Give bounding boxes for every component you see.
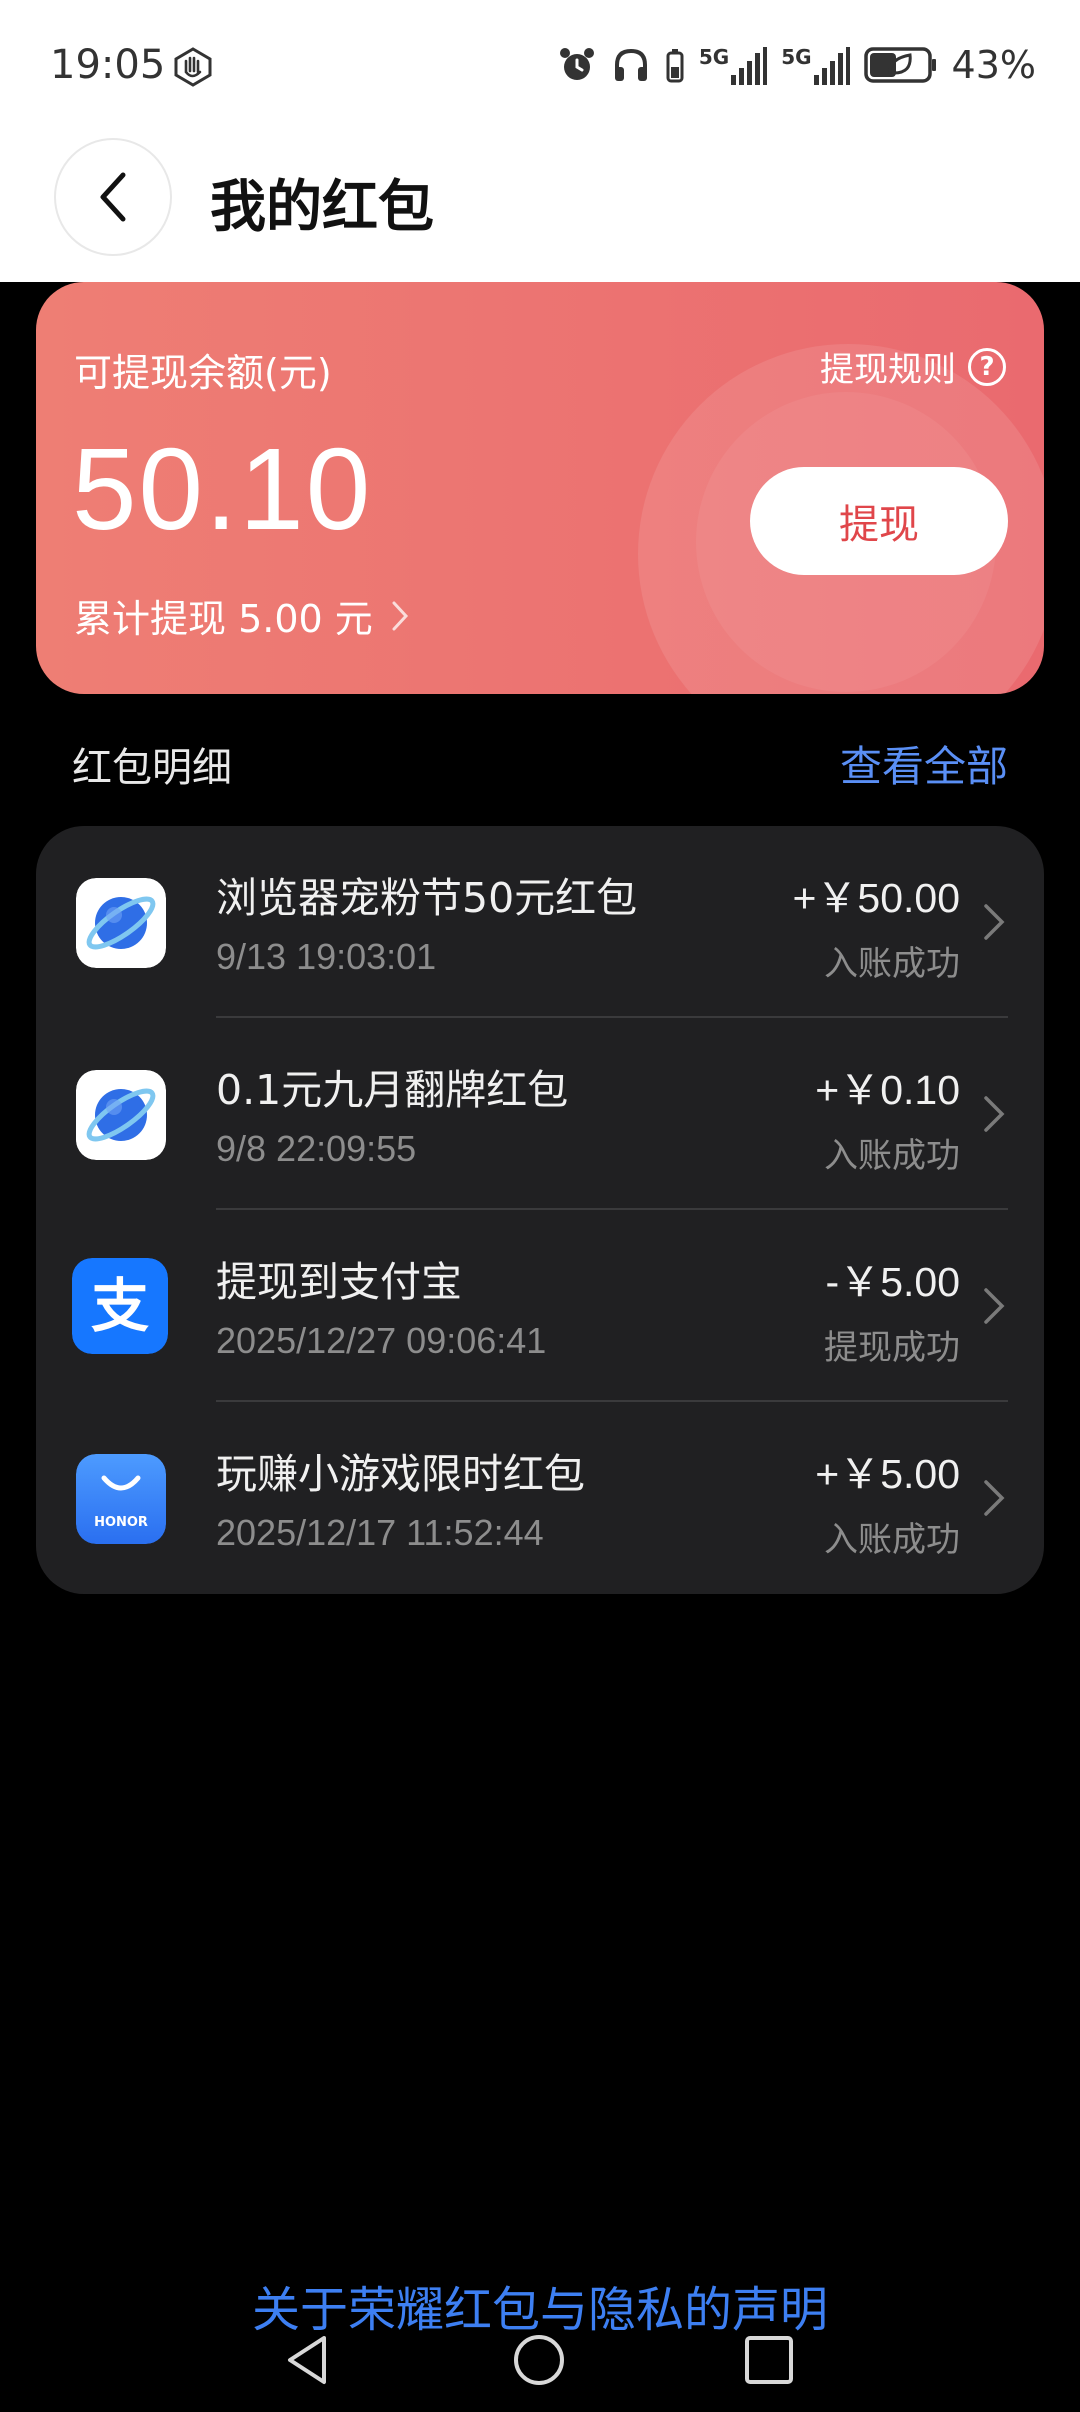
record-amount: -￥5.00 (825, 1259, 960, 1305)
alarm-icon (559, 48, 594, 80)
record-time: 9/8 22:09:55 (216, 1128, 417, 1169)
balance-amount: 50.10 (72, 424, 373, 554)
list-item[interactable]: 浏览器宠粉节50元红包 9/13 19:03:01 +￥50.00 入账成功 (36, 826, 1044, 1018)
list-item[interactable]: HONOR 玩赚小游戏限时红包 2025/12/17 11:52:44 +￥5.… (36, 1402, 1044, 1594)
chevron-left-icon (100, 172, 126, 222)
page-title: 我的红包 (210, 175, 434, 240)
recents-nav-icon[interactable] (743, 2334, 795, 2386)
status-time: 19:05 (50, 42, 166, 88)
home-nav-icon[interactable] (511, 2332, 567, 2388)
battery-percent: 43% (951, 43, 1036, 87)
record-status: 提现成功 (824, 1328, 960, 1368)
view-all-link[interactable]: 查看全部 (840, 733, 1008, 794)
chevron-right-icon (392, 601, 408, 630)
back-button[interactable] (54, 138, 172, 256)
record-amount: +￥0.10 (815, 1067, 960, 1113)
help-icon: ? (968, 347, 1006, 386)
browser-icon (76, 1070, 166, 1160)
app-header: 我的红包 (0, 135, 1080, 282)
chevron-right-icon (984, 1288, 1005, 1324)
honor-store-icon: HONOR (76, 1454, 166, 1544)
list-item[interactable]: 支 提现到支付宝 2025/12/27 09:06:41 -￥5.00 提现成功 (36, 1210, 1044, 1402)
record-name: 玩赚小游戏限时红包 (216, 1450, 585, 1498)
record-amount: +￥50.00 (792, 875, 960, 921)
record-time: 2025/12/27 09:06:41 (216, 1320, 547, 1361)
records-list: 浏览器宠粉节50元红包 9/13 19:03:01 +￥50.00 入账成功 0… (36, 826, 1044, 1594)
list-item[interactable]: 0.1元九月翻牌红包 9/8 22:09:55 +￥0.10 入账成功 (36, 1018, 1044, 1210)
record-name: 0.1元九月翻牌红包 (216, 1066, 569, 1114)
page: 19:05 5G 5G 43% 我的红包 可提现余额(元) 提现规则 ? 50.… (0, 0, 1080, 2412)
signal-5g-label: 5G (698, 45, 730, 69)
status-bar: 19:05 5G 5G 43% (0, 0, 1080, 135)
chevron-right-icon (984, 1096, 1005, 1132)
gesture-hand-icon (174, 47, 212, 87)
signal-5g-icon: 5G (698, 45, 768, 85)
browser-icon (76, 878, 166, 968)
alipay-glyph: 支 (91, 1272, 149, 1340)
headphones-icon (614, 48, 647, 81)
headset-battery-icon (666, 49, 684, 83)
signal-5g-icon-2: 5G (781, 45, 850, 85)
section-title: 红包明细 (72, 745, 232, 791)
chevron-right-icon (984, 904, 1005, 940)
back-nav-icon[interactable] (282, 2332, 332, 2388)
signal-5g-label-2: 5G (781, 45, 812, 69)
honor-wordmark: HONOR (94, 1515, 148, 1530)
record-name: 提现到支付宝 (216, 1258, 462, 1306)
cumulative-withdraw-label: 累计提现 5.00 元 (74, 597, 373, 641)
record-status: 入账成功 (824, 1136, 960, 1176)
record-status: 入账成功 (824, 1520, 960, 1560)
balance-label: 可提现余额(元) (74, 351, 332, 395)
record-amount: +￥5.00 (815, 1451, 960, 1497)
record-time: 9/13 19:03:01 (216, 936, 437, 977)
battery-saver-icon (863, 47, 936, 83)
record-time: 2025/12/17 11:52:44 (216, 1512, 544, 1553)
record-name: 浏览器宠粉节50元红包 (216, 874, 638, 922)
balance-card: 可提现余额(元) 提现规则 ? 50.10 提现 累计提现 5.00 元 (36, 282, 1044, 694)
status-icons: 5G 5G 43% (557, 42, 1036, 88)
navigation-bar (0, 2320, 1080, 2412)
withdraw-rules-link[interactable]: 提现规则 ? (820, 342, 1006, 391)
cumulative-withdraw-link[interactable]: 累计提现 5.00 元 (74, 588, 409, 643)
chevron-right-icon (984, 1480, 1005, 1516)
record-status: 入账成功 (824, 944, 960, 984)
withdraw-rules-label: 提现规则 (820, 350, 956, 390)
alipay-icon: 支 (72, 1258, 168, 1354)
withdraw-button[interactable]: 提现 (750, 467, 1008, 575)
